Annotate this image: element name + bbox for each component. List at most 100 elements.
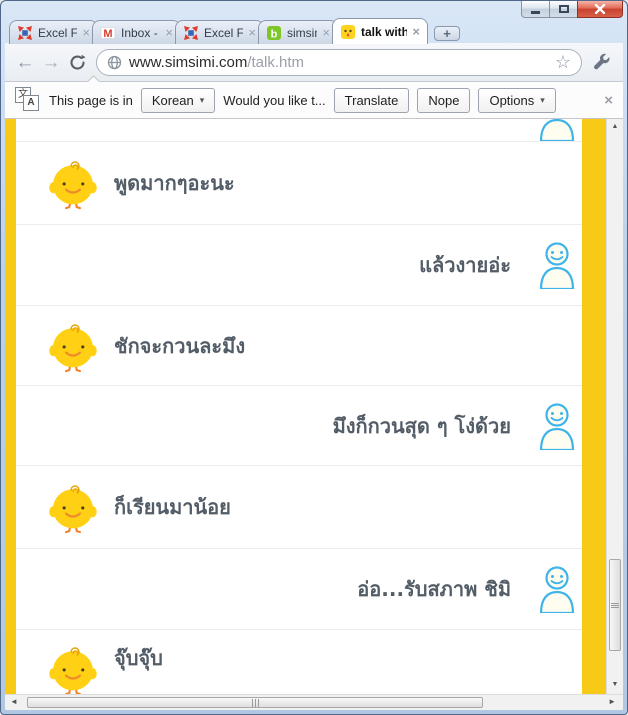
language-dropdown-value: Korean	[152, 93, 194, 108]
scroll-down-icon[interactable]: ▼	[607, 681, 623, 688]
page-viewport: พูดมากๆอะนะ แล้วงายอ่ะ ชักจะกวนละมึง	[5, 119, 623, 694]
navigation-toolbar: ← → www.simsimi.com/talk.htm ☆	[5, 43, 623, 82]
page-left-border	[5, 119, 16, 694]
url-text[interactable]: www.simsimi.com/talk.htm	[129, 54, 304, 71]
browser-body: ← → www.simsimi.com/talk.htm ☆	[5, 43, 623, 710]
tab-label: Excel For	[38, 26, 77, 40]
infobar-message-question: Would you like t...	[223, 93, 325, 108]
nope-button-label: Nope	[428, 93, 459, 108]
options-dropdown-label: Options	[489, 93, 534, 108]
bot-message-text: ชักจะกวนละมึง	[114, 330, 245, 362]
excelforum-icon	[183, 25, 199, 41]
simsimi-talk-page: พูดมากๆอะนะ แล้วงายอ่ะ ชักจะกวนละมึง	[5, 119, 606, 694]
tab-talk-with-simsimi[interactable]: talk with ×	[332, 18, 428, 44]
chat-row-user: แล้วงายอ่ะ	[16, 225, 582, 306]
reload-icon	[69, 54, 86, 71]
thumb-grip	[251, 694, 260, 711]
simsimi-site-icon: b	[266, 25, 282, 41]
close-icon	[594, 4, 606, 14]
scroll-left-icon[interactable]: ◄	[10, 698, 18, 706]
simsimi-avatar-icon	[46, 480, 100, 534]
tab-label: Inbox - s	[121, 26, 160, 40]
tab-gmail-inbox[interactable]: M Inbox - s ×	[92, 20, 181, 44]
translate-button-label: Translate	[345, 93, 399, 108]
user-avatar-icon	[537, 565, 577, 613]
simsimi-avatar-icon	[46, 156, 100, 210]
reload-button[interactable]	[65, 54, 89, 71]
chat-row-bot: จุ๊บจุ๊บ	[16, 630, 582, 694]
simsimi-face-icon	[340, 24, 356, 40]
horizontal-scrollbar[interactable]: ◄ ►	[5, 694, 623, 710]
forward-button[interactable]: →	[39, 53, 63, 72]
chat-row-bot: ชักจะกวนละมึง	[16, 306, 582, 386]
tab-simsimi[interactable]: b simsimi ×	[258, 20, 338, 44]
wrench-icon	[593, 53, 611, 71]
maximize-button[interactable]	[549, 1, 578, 18]
user-message-text: อ่อ...รับสภาพ ชิมิ	[357, 573, 511, 605]
back-button[interactable]: ←	[13, 53, 37, 72]
scroll-right-icon[interactable]: ►	[608, 698, 616, 706]
chat-row-bot: ก็เรียนมาน้อย	[16, 466, 582, 549]
tab-label: talk with	[361, 25, 407, 39]
new-tab-button[interactable]: +	[434, 26, 460, 41]
close-window-button[interactable]	[577, 1, 623, 18]
user-avatar-icon	[537, 241, 577, 289]
window-controls	[522, 1, 623, 18]
user-avatar-icon	[537, 119, 577, 141]
language-dropdown[interactable]: Korean ▾	[141, 88, 215, 113]
chat-row-user: มึงก็กวนสุด ๆ โง่ด้วย	[16, 386, 582, 466]
translate-a-glyph: A	[23, 95, 39, 111]
minimize-icon	[531, 11, 540, 14]
bot-message-text: จุ๊บจุ๊บ	[114, 642, 163, 674]
svg-text:M: M	[103, 27, 112, 39]
maximize-icon	[559, 5, 569, 13]
minimize-button[interactable]	[521, 1, 550, 18]
tab-close-icon[interactable]: ×	[82, 26, 90, 39]
horizontal-scrollbar-thumb[interactable]	[27, 697, 483, 708]
chat-row-bot: พูดมากๆอะนะ	[16, 142, 582, 225]
gmail-icon: M	[100, 25, 116, 41]
nope-button[interactable]: Nope	[417, 88, 470, 113]
chevron-down-icon: ▾	[200, 95, 205, 106]
wrench-menu-button[interactable]	[589, 53, 615, 71]
tab-close-icon[interactable]: ×	[248, 26, 256, 39]
excelforum-icon	[17, 25, 33, 41]
chevron-down-icon: ▾	[540, 95, 545, 106]
tab-excel-forum-2[interactable]: Excel For ×	[175, 20, 264, 44]
chat-row-partial	[16, 119, 582, 142]
vertical-scrollbar[interactable]: ▲ ▼	[606, 119, 623, 694]
chat-log: พูดมากๆอะนะ แล้วงายอ่ะ ชักจะกวนละมึง	[16, 119, 582, 694]
translate-button[interactable]: Translate	[334, 88, 410, 113]
tab-close-icon[interactable]: ×	[412, 25, 420, 38]
vertical-scrollbar-thumb[interactable]	[609, 559, 621, 651]
translate-infobar: 文 A This page is in Korean ▾ Would you l…	[5, 82, 623, 119]
simsimi-avatar-icon	[46, 642, 100, 694]
tab-label: Excel For	[204, 26, 243, 40]
tab-label: simsimi	[287, 26, 317, 40]
tab-excel-forum-1[interactable]: Excel For ×	[9, 20, 98, 44]
user-message-text: แล้วงายอ่ะ	[419, 249, 511, 281]
bookmark-star-icon[interactable]: ☆	[555, 53, 571, 71]
tab-close-icon[interactable]: ×	[165, 26, 173, 39]
bot-message-text: พูดมากๆอะนะ	[114, 167, 235, 199]
options-dropdown[interactable]: Options ▾	[478, 88, 555, 113]
browser-window: Excel For × M Inbox - s × Excel For × b …	[0, 0, 628, 715]
user-message-text: มึงก็กวนสุด ๆ โง่ด้วย	[333, 410, 511, 442]
svg-text:b: b	[271, 28, 278, 40]
url-host: www.simsimi.com	[129, 54, 247, 71]
simsimi-avatar-icon	[46, 319, 100, 373]
translate-icon: 文 A	[15, 87, 41, 113]
bot-message-text: ก็เรียนมาน้อย	[114, 491, 231, 523]
tab-close-icon[interactable]: ×	[322, 26, 330, 39]
address-bar[interactable]: www.simsimi.com/talk.htm ☆	[96, 49, 582, 76]
scroll-up-icon[interactable]: ▲	[607, 123, 623, 130]
user-avatar-icon	[537, 402, 577, 450]
url-path: /talk.htm	[247, 54, 304, 71]
tab-strip: Excel For × M Inbox - s × Excel For × b …	[9, 18, 460, 44]
globe-icon	[107, 55, 122, 70]
infobar-message-prefix: This page is in	[49, 93, 133, 108]
infobar-close-icon[interactable]: ×	[604, 92, 613, 109]
page-right-border	[582, 119, 606, 694]
thumb-grip	[610, 602, 620, 609]
chat-row-user: อ่อ...รับสภาพ ชิมิ	[16, 549, 582, 630]
